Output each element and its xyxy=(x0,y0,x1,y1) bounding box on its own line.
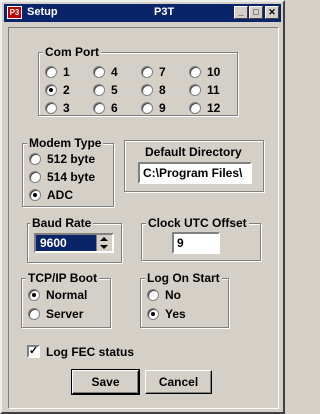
com-port-option-label: 3 xyxy=(63,101,70,115)
radio-button-icon[interactable] xyxy=(45,102,57,114)
baud-rate-group: Baud Rate 9600 xyxy=(27,216,122,263)
clock-utc-offset-label: Clock UTC Offset xyxy=(146,216,249,230)
baud-rate-spinner[interactable]: 9600 xyxy=(34,233,114,253)
radio-button-icon[interactable] xyxy=(28,308,40,320)
radio-button-icon[interactable] xyxy=(29,189,41,201)
log-fec-checkbox[interactable]: ✓ xyxy=(27,345,40,358)
spin-up-icon[interactable] xyxy=(100,237,108,241)
radio-button-icon[interactable] xyxy=(141,102,153,114)
radio-button-icon[interactable] xyxy=(141,84,153,96)
close-button[interactable]: ✕ xyxy=(265,6,279,19)
app-icon[interactable]: P3 xyxy=(7,6,22,19)
com-port-option-label: 7 xyxy=(159,65,166,79)
radio-button-icon[interactable] xyxy=(141,66,153,78)
radio-button-icon[interactable] xyxy=(93,66,105,78)
default-directory-label: Default Directory xyxy=(145,145,242,159)
radio-button-icon[interactable] xyxy=(189,84,201,96)
radio-button-icon[interactable] xyxy=(189,66,201,78)
baud-rate-value: 9600 xyxy=(40,236,67,250)
tcpip-boot-label: TCP/IP Boot xyxy=(26,271,100,285)
log-fec-label: Log FEC status xyxy=(46,345,135,359)
tcpip-boot-group: TCP/IP Boot Normal Server xyxy=(21,271,111,328)
modem-type-group: Modem Type 512 byte 514 byte ADC xyxy=(22,136,114,207)
tcpip-boot-option-label: Normal xyxy=(46,288,88,302)
radio-button-icon[interactable] xyxy=(29,171,41,183)
modem-type-label: Modem Type xyxy=(27,136,104,150)
com-port-option-label: 9 xyxy=(159,101,166,115)
com-port-group: Com Port 1 2 3 4 5 6 7 8 9 10 11 12 xyxy=(38,45,238,116)
radio-button-icon[interactable] xyxy=(147,289,159,301)
modem-type-option-label: 514 byte xyxy=(47,170,96,184)
com-port-option-label: 2 xyxy=(63,83,70,97)
log-on-start-option-label: Yes xyxy=(165,307,186,321)
log-on-start-option-label: No xyxy=(165,288,181,302)
baud-rate-arrows[interactable] xyxy=(96,235,112,251)
com-port-option-label: 5 xyxy=(111,83,118,97)
window-subtitle: P3T xyxy=(154,6,175,18)
baud-rate-label: Baud Rate xyxy=(30,216,94,230)
radio-button-icon[interactable] xyxy=(93,102,105,114)
default-directory-field[interactable]: C:\Program Files\ xyxy=(138,162,252,184)
log-on-start-group: Log On Start No Yes xyxy=(140,271,229,328)
radio-button-icon[interactable] xyxy=(29,153,41,165)
default-directory-group: Default Directory C:\Program Files\ xyxy=(124,140,264,192)
minimize-icon: _ xyxy=(238,7,244,17)
radio-button-icon[interactable] xyxy=(28,289,40,301)
radio-button-icon[interactable] xyxy=(45,66,57,78)
modem-type-option-label: ADC xyxy=(47,188,73,202)
log-on-start-label: Log On Start xyxy=(145,271,222,285)
clock-utc-offset-group: Clock UTC Offset 9 xyxy=(141,216,261,261)
window-title: Setup xyxy=(27,6,58,18)
save-button[interactable]: Save xyxy=(71,369,140,395)
checkmark-icon: ✓ xyxy=(29,345,39,357)
com-port-option-label: 1 xyxy=(63,65,70,79)
cancel-button[interactable]: Cancel xyxy=(145,370,212,394)
spin-down-icon[interactable] xyxy=(100,245,108,249)
com-port-option-label: 8 xyxy=(159,83,166,97)
com-port-option-label: 11 xyxy=(207,83,220,97)
com-port-label: Com Port xyxy=(43,45,101,59)
com-port-option-label: 6 xyxy=(111,101,118,115)
radio-button-icon[interactable] xyxy=(45,84,57,96)
modem-type-option-label: 512 byte xyxy=(47,152,96,166)
title-bar[interactable]: P3 Setup P3T _ □ ✕ xyxy=(4,4,281,22)
clock-utc-offset-field[interactable]: 9 xyxy=(172,232,220,254)
radio-button-icon[interactable] xyxy=(189,102,201,114)
radio-button-icon[interactable] xyxy=(147,308,159,320)
com-port-option-label: 4 xyxy=(111,65,118,79)
setup-window: P3 Setup P3T _ □ ✕ Com Port 1 2 3 4 5 6 7 8 9 10 1… xyxy=(0,0,285,414)
maximize-icon: □ xyxy=(253,7,259,17)
radio-button-icon[interactable] xyxy=(93,84,105,96)
minimize-button[interactable]: _ xyxy=(234,6,248,19)
com-port-option-label: 10 xyxy=(207,65,221,79)
com-port-option-label: 12 xyxy=(207,101,221,115)
tcpip-boot-option-label: Server xyxy=(46,307,84,321)
maximize-button[interactable]: □ xyxy=(249,6,263,19)
close-icon: ✕ xyxy=(268,7,276,17)
